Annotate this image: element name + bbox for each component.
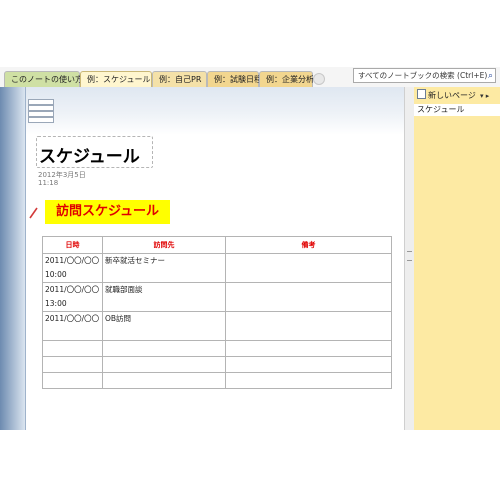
- header-datetime: 日時: [42, 236, 103, 254]
- table-row[interactable]: 2011/〇〇/〇〇 13:00 就職部面談: [42, 282, 392, 312]
- page-time: 11:18: [38, 179, 59, 187]
- page-list-item[interactable]: スケジュール: [414, 104, 500, 116]
- table-row[interactable]: 2011/〇〇/〇〇 10:00 新卒就活セミナー: [42, 253, 392, 283]
- section-heading[interactable]: 訪問スケジュール: [45, 200, 170, 224]
- table-row[interactable]: [42, 340, 392, 357]
- tab-schedule[interactable]: 例：スケジュール: [80, 71, 152, 87]
- search-input[interactable]: すべてのノートブックの検索 (Ctrl+E) ⌕: [353, 68, 496, 83]
- cell-notes[interactable]: [225, 253, 392, 283]
- page-list-panel: [414, 87, 500, 430]
- cell-datetime[interactable]: 2011/〇〇/〇〇 10:00: [42, 253, 103, 283]
- vertical-scrollbar[interactable]: [404, 87, 414, 430]
- table-row[interactable]: [42, 372, 392, 389]
- add-section-icon[interactable]: [313, 73, 325, 85]
- cell-notes[interactable]: [225, 311, 392, 341]
- panel-menu-icon[interactable]: ▾ ▸: [480, 89, 489, 103]
- note-page[interactable]: スケジュール 2012年3月5日 11:18 訪問スケジュール 日時 訪問先 備…: [25, 87, 404, 430]
- search-placeholder: すべてのノートブックの検索 (Ctrl+E): [358, 71, 488, 80]
- cell-place[interactable]: OB訪問: [102, 311, 226, 341]
- paper-stack-icon: [28, 97, 54, 127]
- header-notes: 備考: [225, 236, 392, 254]
- search-icon[interactable]: ⌕: [488, 70, 493, 82]
- tab-exam-schedule[interactable]: 例：試験日程: [207, 71, 262, 87]
- new-page-label: 新しいページ: [428, 91, 476, 100]
- pen-icon: [29, 207, 38, 219]
- page-title[interactable]: スケジュール: [39, 142, 140, 167]
- tab-how-to-use[interactable]: このノートの使い方: [4, 71, 83, 87]
- new-page-icon: [417, 89, 426, 99]
- table-row[interactable]: 2011/〇〇/〇〇 OB訪問: [42, 311, 392, 341]
- scroll-grip-icon[interactable]: [407, 251, 412, 261]
- page-header-band: [26, 87, 404, 135]
- cell-notes[interactable]: [225, 282, 392, 312]
- tab-self-pr[interactable]: 例：自己PR: [152, 71, 207, 87]
- cell-place[interactable]: 新卒就活セミナー: [102, 253, 226, 283]
- cell-place[interactable]: 就職部面談: [102, 282, 226, 312]
- tab-company-analysis[interactable]: 例：企業分析: [259, 71, 314, 87]
- left-edge-band: [0, 87, 25, 430]
- cell-datetime[interactable]: 2011/〇〇/〇〇 13:00: [42, 282, 103, 312]
- header-place: 訪問先: [102, 236, 226, 254]
- table-header-row: 日時 訪問先 備考: [42, 236, 392, 254]
- bottom-blank-area: [0, 430, 500, 500]
- cell-datetime[interactable]: 2011/〇〇/〇〇: [42, 311, 103, 341]
- schedule-table[interactable]: 日時 訪問先 備考 2011/〇〇/〇〇 10:00 新卒就活セミナー 2011/…: [42, 236, 392, 389]
- table-row[interactable]: [42, 356, 392, 373]
